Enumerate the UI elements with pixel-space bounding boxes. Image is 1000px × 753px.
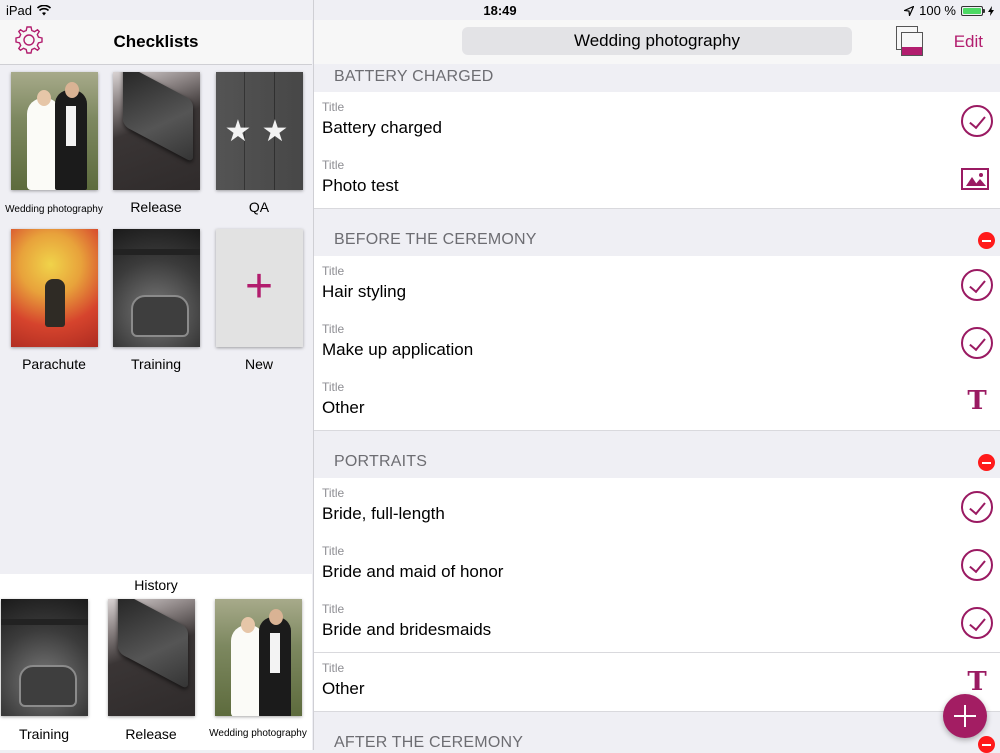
- checklist-training[interactable]: Training: [105, 229, 207, 372]
- history-label: Wedding photography: [209, 728, 307, 739]
- checklist-row[interactable]: Title Other T: [314, 653, 1000, 712]
- row-label: Title: [322, 158, 345, 172]
- row-value: Other: [322, 679, 365, 698]
- status-time: 18:49: [483, 3, 517, 18]
- duplicate-button[interactable]: [896, 26, 924, 56]
- status-right: 100 %: [904, 3, 994, 18]
- section-header: AFTER THE CEREMONY: [314, 712, 1000, 753]
- check-circle-icon[interactable]: [961, 491, 993, 523]
- row-value: Hair styling: [322, 282, 407, 301]
- battery-percent: 100 %: [919, 3, 956, 18]
- checklist-row[interactable]: Title Make up application: [314, 314, 1000, 373]
- history-label: Release: [125, 726, 177, 742]
- row-label: Title: [322, 486, 345, 500]
- section-title: AFTER THE CEREMONY: [334, 734, 524, 751]
- checklist-title-field[interactable]: Wedding photography: [462, 27, 852, 55]
- checklists-title: Checklists: [113, 32, 199, 51]
- image-icon[interactable]: [961, 168, 989, 190]
- row-value: Bride, full-length: [322, 504, 445, 523]
- row-value: Other: [322, 398, 365, 417]
- training-thumbnail: [112, 229, 200, 347]
- section-title: BEFORE THE CEREMONY: [334, 231, 537, 248]
- history-panel: History Training Release Wedding photogr…: [0, 574, 312, 750]
- checklist-row[interactable]: Title Bride, full-length: [314, 478, 1000, 537]
- checklist-label: Training: [130, 356, 182, 372]
- row-label: Title: [322, 544, 345, 558]
- row-value: Battery charged: [322, 118, 443, 137]
- history-title: History: [134, 577, 178, 593]
- history-item-training[interactable]: Training: [0, 599, 96, 742]
- new-thumbnail: +: [215, 229, 303, 347]
- row-value: Photo test: [322, 176, 399, 195]
- location-arrow-icon: [904, 5, 915, 16]
- checklist-label: Release: [130, 199, 182, 215]
- check-circle-icon[interactable]: [961, 327, 993, 359]
- release-thumbnail: [107, 599, 195, 716]
- checklists-pane: Checklists Wedding photography Release ★…: [0, 0, 312, 750]
- training-thumbnail: [0, 599, 88, 716]
- checklist-label: QA: [248, 199, 270, 215]
- checklist-row[interactable]: Title Other T: [314, 372, 1000, 431]
- wedding-thumbnail: [214, 599, 302, 716]
- checklist-label: Wedding photography: [5, 204, 103, 215]
- history-label: Training: [18, 726, 70, 742]
- check-circle-icon[interactable]: [961, 607, 993, 639]
- row-label: Title: [322, 380, 345, 394]
- checklist-label: Parachute: [22, 356, 86, 372]
- checklist-row[interactable]: Title Battery charged: [314, 92, 1000, 151]
- delete-section-icon[interactable]: [978, 736, 995, 753]
- check-circle-icon[interactable]: [961, 549, 993, 581]
- detail-header: Wedding photography Edit: [314, 20, 1000, 65]
- checklists-header: Checklists: [0, 20, 312, 65]
- section-header: BATTERY CHARGED: [314, 64, 1000, 91]
- add-item-button[interactable]: [943, 694, 987, 738]
- checklist-row[interactable]: Title Hair styling: [314, 256, 1000, 315]
- history-item-release[interactable]: Release: [99, 599, 203, 742]
- row-value: Bride and bridesmaids: [322, 620, 492, 639]
- checklist-row[interactable]: Title Photo test: [314, 150, 1000, 209]
- new-checklist-button[interactable]: + New: [208, 229, 310, 372]
- row-label: Title: [322, 602, 345, 616]
- edit-button[interactable]: Edit: [954, 32, 983, 52]
- checklist-parachute[interactable]: Parachute: [3, 229, 105, 372]
- row-label: Title: [322, 661, 345, 675]
- text-icon[interactable]: T: [961, 385, 993, 417]
- section-title: BATTERY CHARGED: [334, 68, 494, 85]
- status-bar: iPad 18:49 100 %: [0, 0, 1000, 20]
- row-label: Title: [322, 322, 345, 336]
- parachute-thumbnail: [10, 229, 98, 347]
- delete-section-icon[interactable]: [978, 454, 995, 471]
- checklist-label: New: [244, 356, 273, 372]
- history-item-wedding-photography[interactable]: Wedding photography: [206, 599, 310, 739]
- check-circle-icon[interactable]: [961, 269, 993, 301]
- delete-section-icon[interactable]: [978, 232, 995, 249]
- checklist-detail-pane: Wedding photography Edit BATTERY CHARGED…: [313, 0, 1000, 753]
- row-label: Title: [322, 100, 345, 114]
- plus-icon: +: [244, 260, 274, 313]
- row-value: Bride and maid of honor: [322, 562, 504, 581]
- release-thumbnail: [112, 72, 200, 190]
- checklist-qa[interactable]: ★ ★ QA: [208, 72, 310, 215]
- section-header: PORTRAITS: [314, 431, 1000, 477]
- section-header: BEFORE THE CEREMONY: [314, 209, 1000, 255]
- checklist-wedding-photography[interactable]: Wedding photography: [3, 72, 105, 215]
- wedding-thumbnail: [10, 72, 98, 190]
- row-label: Title: [322, 264, 345, 278]
- checklist-row[interactable]: Title Bride and maid of honor: [314, 536, 1000, 595]
- battery-icon: [961, 5, 985, 16]
- checklist-row[interactable]: Title Bride and bridesmaids: [314, 594, 1000, 653]
- charging-bolt-icon: [988, 5, 994, 16]
- checklist-release[interactable]: Release: [105, 72, 207, 215]
- row-value: Make up application: [322, 340, 474, 359]
- qa-thumbnail: ★ ★: [215, 72, 303, 190]
- check-circle-icon[interactable]: [961, 105, 993, 137]
- section-title: PORTRAITS: [334, 453, 428, 470]
